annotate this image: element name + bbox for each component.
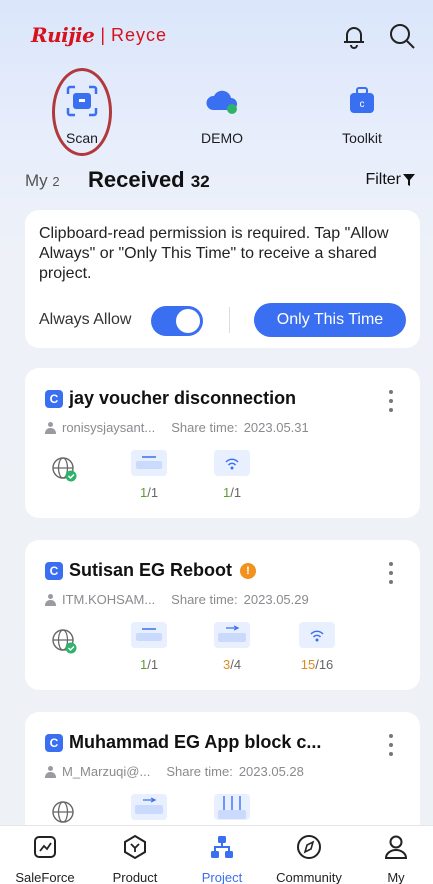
ap-icon xyxy=(299,622,335,648)
tab-label: SaleForce xyxy=(15,870,75,884)
share-time: 2023.05.29 xyxy=(243,592,309,607)
product-icon xyxy=(124,834,146,860)
more-options-icon[interactable] xyxy=(388,390,394,412)
more-options-icon[interactable] xyxy=(388,734,394,756)
project-title-row: C jay voucher disconnection xyxy=(45,388,296,409)
project-title: Sutisan EG Reboot xyxy=(69,560,233,580)
filter-button[interactable]: Filter xyxy=(365,171,415,189)
toolkit-icon: c xyxy=(350,87,374,113)
permission-actions: Always Allow Only This Time xyxy=(39,303,406,337)
warning-icon: ! xyxy=(240,562,257,579)
divider xyxy=(229,307,230,333)
tab-product[interactable]: Product xyxy=(92,834,178,884)
globe-online-icon xyxy=(52,801,74,823)
brand-separator: | xyxy=(100,24,106,45)
tab-project[interactable]: Project xyxy=(179,834,265,884)
wireless-router-icon xyxy=(214,794,250,820)
app-header: Ruijie | Reyce xyxy=(0,0,433,70)
project-type-badge: C xyxy=(45,389,63,408)
demo-action[interactable]: DEMO xyxy=(177,80,267,146)
tab-received-label: Received xyxy=(88,167,185,192)
device-router: 1/1 xyxy=(129,622,169,672)
saleforce-icon xyxy=(34,836,56,858)
device-ap: 15/16 xyxy=(297,622,337,672)
toolkit-action[interactable]: c Toolkit xyxy=(317,80,407,146)
share-time-label: Share time: xyxy=(166,764,233,779)
brand-name: Ruijie xyxy=(31,23,95,47)
always-allow-toggle[interactable] xyxy=(151,306,203,336)
switch-icon xyxy=(131,794,167,820)
only-this-time-button[interactable]: Only This Time xyxy=(254,303,406,337)
project-owner: M_Marzuqi@... xyxy=(62,764,151,779)
project-icon xyxy=(211,836,233,858)
device-count: 1/1 xyxy=(139,657,159,672)
device-switch: 3/4 xyxy=(212,622,252,672)
share-time-label: Share time: xyxy=(171,592,238,607)
project-title-row: C Sutisan EG Reboot ! xyxy=(45,560,257,581)
tab-label: My xyxy=(387,870,405,884)
ap-icon xyxy=(214,450,250,476)
project-title: jay voucher disconnection xyxy=(69,388,297,408)
demo-label: DEMO xyxy=(201,130,243,146)
tab-saleforce[interactable]: SaleForce xyxy=(2,834,88,884)
project-meta: ronisysjaysant... Share time: 2023.05.31 xyxy=(45,420,309,435)
tab-my-count: 2 xyxy=(52,174,60,189)
search-icon[interactable] xyxy=(388,22,416,50)
project-card[interactable]: C Sutisan EG Reboot ! ITM.KOHSAM... Shar… xyxy=(25,540,420,690)
switch-icon xyxy=(214,622,250,648)
globe-online-icon xyxy=(52,457,77,482)
brand-sub: Reyce xyxy=(111,24,168,45)
tab-my[interactable]: My 2 xyxy=(25,171,60,191)
cloud-demo-icon xyxy=(206,90,237,114)
project-type-badge: C xyxy=(45,733,63,752)
user-icon xyxy=(45,765,56,778)
device-count: 15/16 xyxy=(300,657,334,672)
user-icon xyxy=(45,593,56,606)
project-title: Muhammad EG App block c... xyxy=(69,732,322,752)
globe-online-icon xyxy=(52,629,77,654)
permission-message: Clipboard-read permission is required. T… xyxy=(39,225,389,282)
filter-icon xyxy=(403,174,415,186)
svg-text:c: c xyxy=(360,99,365,110)
device-router: 1/1 xyxy=(129,450,169,500)
tab-received-count: 32 xyxy=(190,172,210,191)
share-time-label: Share time: xyxy=(171,420,238,435)
project-meta: ITM.KOHSAM... Share time: 2023.05.29 xyxy=(45,592,309,607)
clipboard-permission-card: Clipboard-read permission is required. T… xyxy=(25,210,420,348)
project-card[interactable]: C jay voucher disconnection ronisysjaysa… xyxy=(25,368,420,518)
bell-icon[interactable] xyxy=(340,22,368,50)
tab-my-label: My xyxy=(25,171,48,190)
user-icon xyxy=(384,835,408,859)
tab-label: Product xyxy=(112,870,158,884)
tab-label: Project xyxy=(201,870,243,884)
project-owner: ITM.KOHSAM... xyxy=(62,592,156,607)
project-type-badge: C xyxy=(45,561,63,580)
more-options-icon[interactable] xyxy=(388,562,394,584)
router-icon xyxy=(131,450,167,476)
share-time: 2023.05.28 xyxy=(238,764,304,779)
project-tabs: My 2 Received 32 Filter xyxy=(0,165,433,199)
tab-received[interactable]: Received 32 xyxy=(88,167,210,193)
share-time: 2023.05.31 xyxy=(243,420,309,435)
router-icon xyxy=(131,622,167,648)
highlight-ring xyxy=(52,68,112,156)
toolkit-label: Toolkit xyxy=(342,130,382,146)
user-icon xyxy=(45,421,56,434)
project-owner: ronisysjaysant... xyxy=(62,420,156,435)
tab-community[interactable]: Community xyxy=(266,834,352,884)
always-allow-label: Always Allow xyxy=(39,311,132,328)
toggle-knob xyxy=(176,309,200,333)
brand-logo: Ruijie | Reyce xyxy=(31,23,167,47)
tab-my-account[interactable]: My xyxy=(353,834,433,884)
bottom-tab-bar: SaleForce Product Project Community My xyxy=(0,825,433,884)
device-ap: 1/1 xyxy=(212,450,252,500)
device-count: 1/1 xyxy=(222,485,242,500)
project-meta: M_Marzuqi@... Share time: 2023.05.28 xyxy=(45,764,304,779)
project-title-row: C Muhammad EG App block c... xyxy=(45,732,321,753)
filter-label: Filter xyxy=(365,171,401,188)
device-count: 3/4 xyxy=(222,657,242,672)
tab-label: Community xyxy=(276,870,342,884)
community-icon xyxy=(297,835,321,859)
device-count: 1/1 xyxy=(139,485,159,500)
